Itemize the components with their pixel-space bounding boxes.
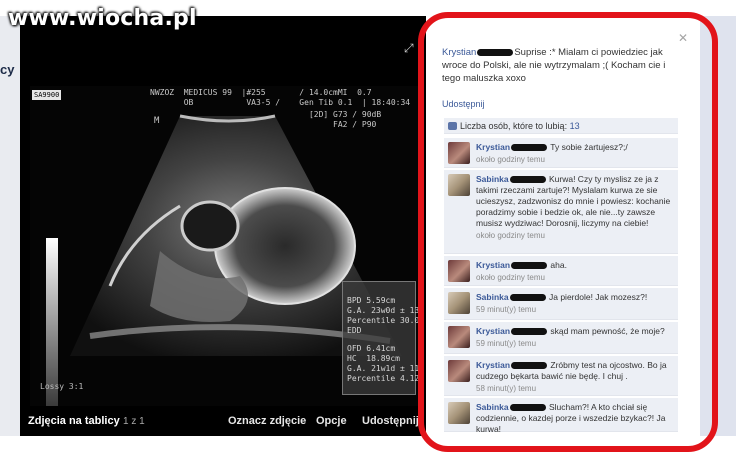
measurement-line: OFD 6.41cm xyxy=(347,344,396,353)
redaction-mark xyxy=(509,176,546,184)
compression-label: Lossy 3:1 xyxy=(40,382,84,391)
comment-author-link[interactable]: Sabinka xyxy=(476,402,509,412)
avatar[interactable] xyxy=(448,260,470,282)
page-background-left: cy xyxy=(0,16,20,436)
likes-label: Liczba osób, które to lubią: xyxy=(460,121,568,131)
comment-timestamp: 58 minut(y) temu xyxy=(476,384,537,393)
photo-viewer: ⤢ NWZOZ MEDICUS 99 |#255 / 14.0cmMI 0.7 … xyxy=(20,16,426,436)
album-link[interactable]: Zdjęcia na tablicy xyxy=(28,415,120,427)
tag-photo-button[interactable]: Oznacz zdjęcie xyxy=(228,415,306,427)
comment-item: Krystian Zróbmy test na ojcostwo. Bo ja … xyxy=(444,356,678,396)
comment-item: Krystian Ty sobie żartujesz?;/ około godz… xyxy=(444,138,678,168)
redaction-mark xyxy=(509,404,546,412)
comment-item: Sabinka Kurwa! Czy ty myslisz ze ja z ta… xyxy=(444,170,678,254)
comment-timestamp: 59 minut(y) temu xyxy=(476,339,537,348)
close-icon[interactable]: ✕ xyxy=(678,32,688,44)
measurement-line: G.A. 23w0d ± 13d xyxy=(347,306,425,315)
comments-panel: ✕ Krystian Suprise :* Mialam ci powiedzie… xyxy=(426,26,694,438)
post-text: Krystian Suprise :* Mialam ci powiedziec … xyxy=(442,46,674,85)
redaction-mark xyxy=(509,294,546,302)
measurement-line: Percentile 4.12* xyxy=(347,374,425,383)
avatar[interactable] xyxy=(448,174,470,196)
measurement-line: HC 18.89cm xyxy=(347,354,400,363)
measurement-line: BPD 5.59cm xyxy=(347,296,396,305)
ultrasound-marker: M xyxy=(154,116,160,126)
measurement-line: EDD xyxy=(347,326,362,335)
comment-timestamp: około godziny temu xyxy=(476,273,545,282)
options-button[interactable]: Opcje xyxy=(316,415,347,427)
likes-count-link[interactable]: 13 xyxy=(570,121,580,131)
comment-item: Sabinka Ja pierdole! Jak mozesz?! 59 minu… xyxy=(444,288,678,320)
comment-author-link[interactable]: Krystian xyxy=(476,326,510,336)
ultrasound-header-line: OB VA3-5 / Gen Tib 0.1 | 18:40:34 xyxy=(150,98,411,107)
comment-item: Sabinka Slucham?! A kto chciał się codzi… xyxy=(444,398,678,434)
comment-timestamp: około godziny temu xyxy=(476,155,545,164)
redaction-mark xyxy=(477,48,514,56)
redaction-mark xyxy=(511,362,548,370)
comment-timestamp: około godziny temu xyxy=(476,231,545,240)
site-watermark: www.wiocha.pl xyxy=(8,6,197,31)
comment-author-link[interactable]: Sabinka xyxy=(476,292,509,302)
photo-counter: 1 z 1 xyxy=(123,416,145,427)
grayscale-bar xyxy=(46,238,58,428)
comment-body: Sabinka Slucham?! A kto chciał się codzi… xyxy=(476,402,674,436)
comment-text: skąd mam pewność, że moje? xyxy=(550,326,665,336)
comment-body: Krystian aha. około godziny temu xyxy=(476,260,674,283)
comment-item: Krystian skąd mam pewność, że moje? 59 mi… xyxy=(444,322,678,354)
comment-timestamp: 59 minut(y) temu xyxy=(476,305,537,314)
comment-body: Krystian skąd mam pewność, że moje? 59 mi… xyxy=(476,326,674,349)
avatar[interactable] xyxy=(448,360,470,382)
measurement-box: BPD 5.59cm G.A. 23w0d ± 13d Percentile 3… xyxy=(342,281,425,395)
comment-author-link[interactable]: Krystian xyxy=(476,360,510,370)
measurement-line: G.A. 21w1d ± 11d xyxy=(347,364,425,373)
redaction-mark xyxy=(511,328,548,336)
comment-body: Sabinka Kurwa! Czy ty myslisz ze ja z ta… xyxy=(476,174,674,241)
comment-text: aha. xyxy=(550,260,567,270)
page-fragment-text: cy xyxy=(0,62,15,77)
viewer-toolbar: Zdjęcia na tablicy 1 z 1 Oznacz zdjęcie … xyxy=(20,406,426,436)
comment-body: Krystian Ty sobie żartujesz?;/ około godz… xyxy=(476,142,674,165)
comment-text: Ty sobie żartujesz?;/ xyxy=(550,142,628,152)
avatar[interactable] xyxy=(448,142,470,164)
ultrasound-header-line: NWZOZ MEDICUS 99 |#255 / 14.0cmMI 0.7 xyxy=(150,88,372,97)
measurement-line: Percentile 30.03 xyxy=(347,316,425,325)
comment-body: Krystian Zróbmy test na ojcostwo. Bo ja … xyxy=(476,360,674,394)
avatar[interactable] xyxy=(448,292,470,314)
redaction-mark xyxy=(511,144,548,152)
ultrasound-header-line: [2D] G73 / 90dB xyxy=(150,110,382,119)
comment-author-link[interactable]: Sabinka xyxy=(476,174,509,184)
expand-icon[interactable]: ⤢ xyxy=(404,42,416,54)
redaction-mark xyxy=(511,262,548,270)
post-author-link[interactable]: Krystian xyxy=(442,47,476,58)
thumbs-up-icon xyxy=(448,122,457,130)
share-button[interactable]: Udostępnij xyxy=(362,415,419,427)
likes-bar: Liczba osób, które to lubią: 13 xyxy=(444,118,678,134)
ultrasound-header-line: FA2 / P90 xyxy=(150,120,377,129)
comment-body: Sabinka Ja pierdole! Jak mozesz?! 59 minu… xyxy=(476,292,674,315)
page-background-right xyxy=(700,16,736,436)
comment-author-link[interactable]: Krystian xyxy=(476,142,510,152)
avatar[interactable] xyxy=(448,402,470,424)
ultrasound-side-tag: SA9900 xyxy=(32,90,62,100)
comment-item: Krystian aha. około godziny temu xyxy=(444,256,678,286)
post-share-link[interactable]: Udostępnij xyxy=(442,99,485,109)
comment-text: Ja pierdole! Jak mozesz?! xyxy=(548,292,648,302)
avatar[interactable] xyxy=(448,326,470,348)
comment-author-link[interactable]: Krystian xyxy=(476,260,510,270)
